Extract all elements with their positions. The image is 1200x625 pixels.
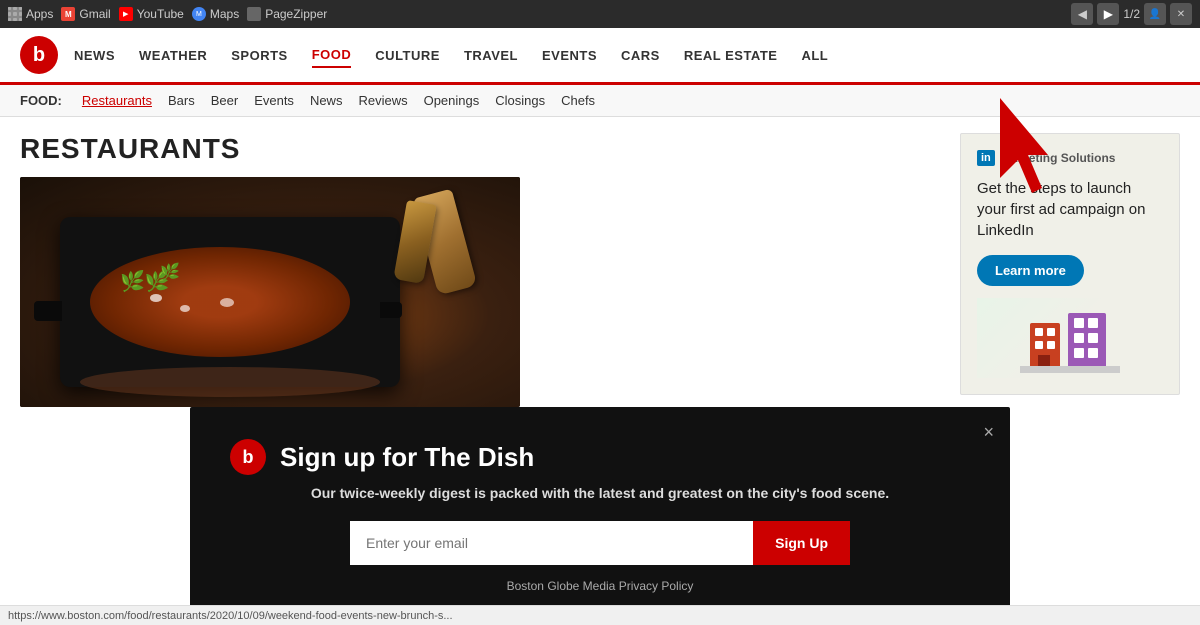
linkedin-learn-more-button[interactable]: Learn more: [977, 255, 1084, 286]
pagezipper-label: PageZipper: [265, 7, 327, 21]
forward-button[interactable]: ▶: [1097, 3, 1119, 25]
back-button[interactable]: ◀: [1071, 3, 1093, 25]
subnav-chefs[interactable]: Chefs: [561, 93, 595, 108]
pagezipper-icon: [247, 7, 261, 21]
gmail-toolbar-item[interactable]: M Gmail: [61, 7, 110, 21]
maps-icon: M: [192, 7, 206, 21]
cursor-arrow: [980, 88, 1060, 213]
food-image: 🌿🌿 🌿: [20, 177, 520, 407]
nav-weather[interactable]: WEATHER: [139, 44, 207, 67]
modal-form: Sign Up: [350, 521, 850, 565]
nav-cars[interactable]: CARS: [621, 44, 660, 67]
nav-all[interactable]: ALL: [801, 44, 828, 67]
section-title: RESTAURANTS: [20, 133, 940, 165]
tool-button-1[interactable]: 👤: [1144, 3, 1166, 25]
modal-footer-text: Boston Globe Media Privacy Policy: [230, 579, 970, 593]
main-column: RESTAURANTS: [20, 133, 940, 407]
youtube-icon: ▶: [119, 7, 133, 21]
pan-handle-left: [34, 301, 62, 321]
subnav-openings[interactable]: Openings: [424, 93, 480, 108]
subnav-events[interactable]: Events: [254, 93, 294, 108]
linkedin-illustration-svg: [1020, 303, 1120, 373]
nav-sports[interactable]: SPORTS: [231, 44, 287, 67]
page-content: b NEWS WEATHER SPORTS FOOD CULTURE TRAVE…: [0, 28, 1200, 625]
food-image-inner: 🌿🌿 🌿: [20, 177, 520, 407]
apps-label: Apps: [26, 7, 53, 21]
nav-travel[interactable]: TRAVEL: [464, 44, 518, 67]
maps-label: Maps: [210, 7, 239, 21]
main-nav: NEWS WEATHER SPORTS FOOD CULTURE TRAVEL …: [74, 43, 828, 68]
signup-button[interactable]: Sign Up: [753, 521, 850, 565]
email-input[interactable]: [350, 521, 753, 565]
subnav-label: FOOD:: [20, 93, 62, 108]
pan-handle-right: [380, 302, 402, 318]
modal-close-button[interactable]: ×: [983, 423, 994, 441]
subnav-closings[interactable]: Closings: [495, 93, 545, 108]
site-header: b NEWS WEATHER SPORTS FOOD CULTURE TRAVE…: [0, 28, 1200, 85]
subnav-bars[interactable]: Bars: [168, 93, 195, 108]
logo-letter: b: [33, 44, 45, 67]
toolbar-right: ◀ ▶ 1/2 👤 ✕: [1071, 3, 1192, 25]
food-cheese-2: [180, 305, 190, 312]
modal-logo: b: [230, 439, 266, 475]
nav-events[interactable]: EVENTS: [542, 44, 597, 67]
food-bread-2: [393, 200, 436, 284]
status-bar: https://www.boston.com/food/restaurants/…: [0, 605, 1200, 625]
nav-real-estate[interactable]: REAL ESTATE: [684, 44, 778, 67]
food-cheese-1: [150, 294, 162, 302]
pagezipper-toolbar-item[interactable]: PageZipper: [247, 7, 327, 21]
food-cheese-3: [220, 298, 234, 307]
email-signup-modal: × b Sign up for The Dish Our twice-weekl…: [190, 407, 1010, 625]
linkedin-illustration: [977, 298, 1163, 378]
modal-header: b Sign up for The Dish: [230, 439, 970, 475]
modal-logo-letter: b: [243, 447, 254, 468]
subnav-beer[interactable]: Beer: [211, 93, 238, 108]
gmail-label: Gmail: [79, 7, 110, 21]
subnav-reviews[interactable]: Reviews: [358, 93, 407, 108]
tool-button-2[interactable]: ✕: [1170, 3, 1192, 25]
subnav-restaurants[interactable]: Restaurants: [82, 93, 152, 108]
status-url: https://www.boston.com/food/restaurants/…: [8, 610, 453, 622]
gmail-icon: M: [61, 7, 75, 21]
wooden-board: [80, 367, 380, 397]
apps-toolbar-item[interactable]: Apps: [8, 7, 53, 21]
nav-food[interactable]: FOOD: [312, 43, 352, 68]
maps-toolbar-item[interactable]: M Maps: [192, 7, 239, 21]
subnav-news[interactable]: News: [310, 93, 343, 108]
modal-description: Our twice-weekly digest is packed with t…: [230, 485, 970, 501]
page-counter: 1/2: [1123, 7, 1140, 21]
nav-news[interactable]: NEWS: [74, 44, 115, 67]
browser-toolbar: Apps M Gmail ▶ YouTube M Maps PageZipper…: [0, 0, 1200, 28]
nav-culture[interactable]: CULTURE: [375, 44, 440, 67]
modal-title: Sign up for The Dish: [280, 442, 534, 473]
apps-icon: [8, 7, 22, 21]
youtube-label: YouTube: [137, 7, 184, 21]
youtube-toolbar-item[interactable]: ▶ YouTube: [119, 7, 184, 21]
food-herbs: 🌿: [160, 262, 180, 282]
site-logo: b: [20, 36, 58, 74]
